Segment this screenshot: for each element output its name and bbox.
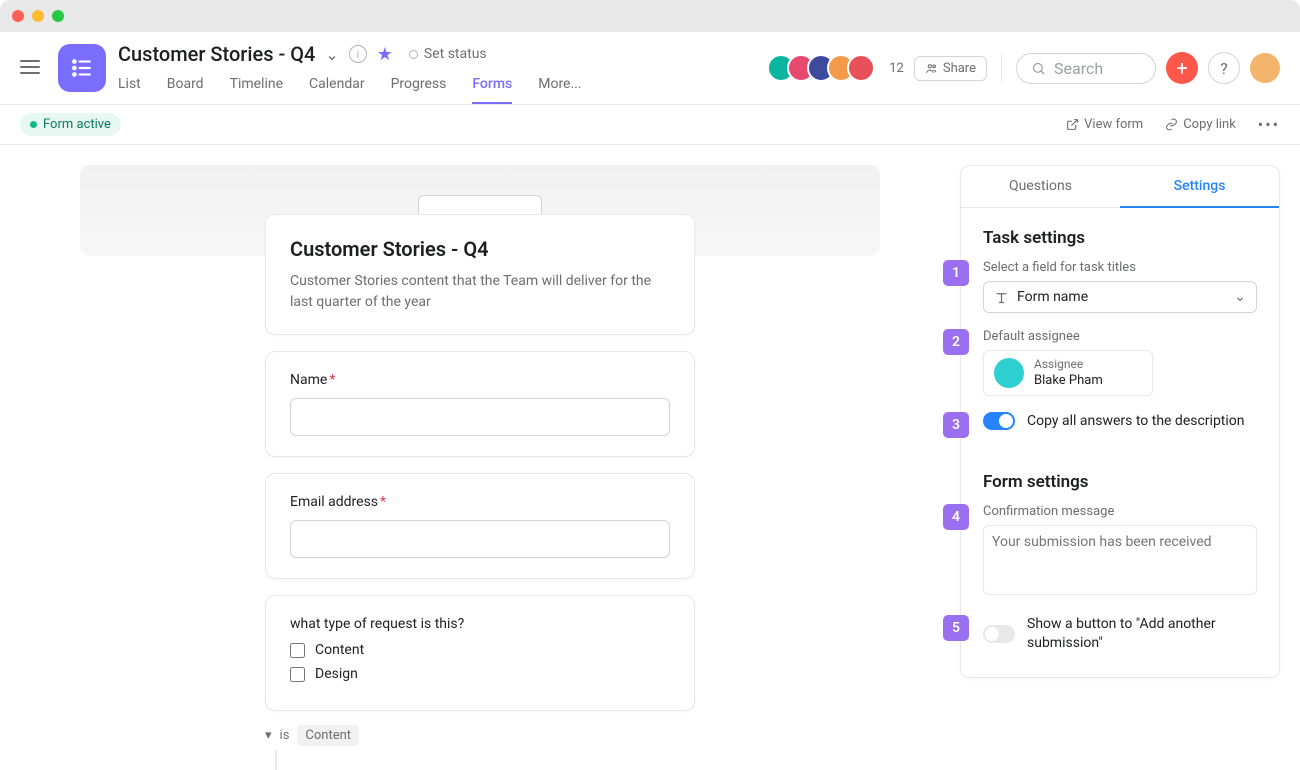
task-settings-heading: Task settings — [983, 228, 1257, 248]
form-canvas: Add cover image Customer Stories - Q4 Cu… — [0, 145, 960, 770]
share-button[interactable]: Share — [914, 56, 987, 81]
default-assignee-select[interactable]: Assignee Blake Pham — [983, 350, 1153, 396]
branch-value: Content — [297, 725, 359, 746]
checkbox-input[interactable] — [290, 667, 305, 682]
field-label: Select a field for task titles — [983, 260, 1257, 275]
step-marker: 4 — [943, 504, 969, 530]
project-title: Customer Stories - Q4 — [118, 42, 315, 66]
maximize-window-icon[interactable] — [52, 10, 64, 22]
step-marker: 3 — [943, 412, 969, 438]
search-icon — [1031, 61, 1046, 76]
view-form-button[interactable]: View form — [1066, 117, 1143, 132]
tab-calendar[interactable]: Calendar — [309, 76, 365, 104]
field-label: Confirmation message — [983, 504, 1257, 519]
settings-panel: Questions Settings Task settings 1 Selec… — [960, 165, 1280, 678]
assignee-label: Assignee — [1034, 357, 1103, 373]
copy-link-button[interactable]: Copy link — [1165, 117, 1236, 132]
external-link-icon — [1066, 118, 1079, 131]
project-icon — [58, 44, 106, 92]
panel-tab-questions[interactable]: Questions — [961, 166, 1120, 208]
copy-link-label: Copy link — [1183, 117, 1236, 132]
tab-progress[interactable]: Progress — [391, 76, 447, 104]
question-label: Email address — [290, 494, 378, 510]
tab-forms[interactable]: Forms — [472, 76, 512, 104]
question-label: Name — [290, 372, 327, 388]
link-icon — [1165, 118, 1178, 131]
share-label: Share — [943, 61, 976, 76]
app-header: Customer Stories - Q4 ⌄ i ★ Set status L… — [0, 32, 1300, 105]
project-tabs: List Board Timeline Calendar Progress Fo… — [118, 76, 775, 104]
chevron-down-icon: ⌄ — [1234, 289, 1246, 305]
question-label: what type of request is this? — [290, 616, 670, 632]
branch-is-label: is — [280, 728, 290, 743]
option-label: Content — [315, 642, 364, 658]
confirmation-message-input[interactable] — [983, 525, 1257, 595]
text-input[interactable] — [290, 398, 670, 436]
tab-more[interactable]: More... — [538, 76, 581, 104]
form-title: Customer Stories - Q4 — [290, 237, 670, 261]
question-card-request-type[interactable]: what type of request is this? Content De… — [265, 595, 695, 711]
form-toolbar: Form active View form Copy link ••• — [0, 105, 1300, 145]
branch-rule[interactable]: ▾ is Content — [265, 725, 695, 746]
text-icon — [994, 290, 1009, 305]
checkbox-option[interactable]: Design — [290, 666, 670, 682]
avatar — [847, 54, 875, 82]
minimize-window-icon[interactable] — [32, 10, 44, 22]
question-card-name[interactable]: Name* — [265, 351, 695, 457]
required-mark: * — [380, 494, 386, 510]
required-mark: * — [329, 372, 335, 388]
panel-tab-settings[interactable]: Settings — [1120, 166, 1279, 208]
toggle-label: Show a button to "Add another submission… — [1027, 615, 1257, 653]
form-status-badge: Form active — [20, 113, 121, 136]
help-button[interactable]: ? — [1208, 52, 1240, 84]
divider — [1001, 54, 1002, 82]
people-icon — [925, 62, 938, 75]
set-status-button[interactable]: Set status — [409, 46, 487, 62]
task-title-field-select[interactable]: Form name ⌄ — [983, 281, 1257, 313]
tab-list[interactable]: List — [118, 76, 141, 104]
sidebar-toggle-button[interactable] — [20, 56, 40, 78]
status-dot-icon — [30, 121, 37, 128]
add-another-toggle[interactable] — [983, 625, 1015, 643]
option-label: Design — [315, 666, 358, 682]
view-form-label: View form — [1084, 117, 1143, 132]
member-avatars[interactable] — [775, 54, 875, 82]
toggle-label: Copy all answers to the description — [1027, 413, 1245, 429]
avatar — [994, 358, 1024, 388]
assignee-name: Blake Pham — [1034, 373, 1103, 390]
mac-titlebar — [0, 0, 1300, 32]
search-placeholder: Search — [1054, 59, 1103, 78]
step-marker: 5 — [943, 615, 969, 641]
collapse-icon[interactable]: ▾ — [265, 728, 272, 743]
close-window-icon[interactable] — [12, 10, 24, 22]
search-input[interactable]: Search — [1016, 53, 1156, 84]
step-marker: 2 — [943, 329, 969, 355]
star-icon[interactable]: ★ — [377, 44, 393, 65]
tab-board[interactable]: Board — [167, 76, 204, 104]
checkbox-input[interactable] — [290, 643, 305, 658]
branch-connector — [265, 750, 695, 770]
text-input[interactable] — [290, 520, 670, 558]
info-icon[interactable]: i — [349, 45, 367, 63]
project-menu-chevron-icon[interactable]: ⌄ — [325, 45, 338, 64]
checkbox-option[interactable]: Content — [290, 642, 670, 658]
field-label: Default assignee — [983, 329, 1257, 344]
status-dot-icon — [409, 50, 418, 59]
form-status-label: Form active — [43, 117, 111, 132]
form-settings-heading: Form settings — [983, 472, 1257, 492]
user-avatar[interactable] — [1250, 53, 1280, 83]
more-options-button[interactable]: ••• — [1258, 115, 1280, 134]
copy-answers-toggle[interactable] — [983, 412, 1015, 430]
member-count: 12 — [889, 61, 904, 76]
step-marker: 1 — [943, 260, 969, 286]
form-description: Customer Stories content that the Team w… — [290, 271, 670, 312]
tab-timeline[interactable]: Timeline — [230, 76, 283, 104]
select-value: Form name — [1017, 289, 1088, 305]
form-header-card[interactable]: Customer Stories - Q4 Customer Stories c… — [265, 214, 695, 335]
create-button[interactable]: + — [1166, 52, 1198, 84]
question-card-email[interactable]: Email address* — [265, 473, 695, 579]
set-status-label: Set status — [424, 46, 487, 62]
